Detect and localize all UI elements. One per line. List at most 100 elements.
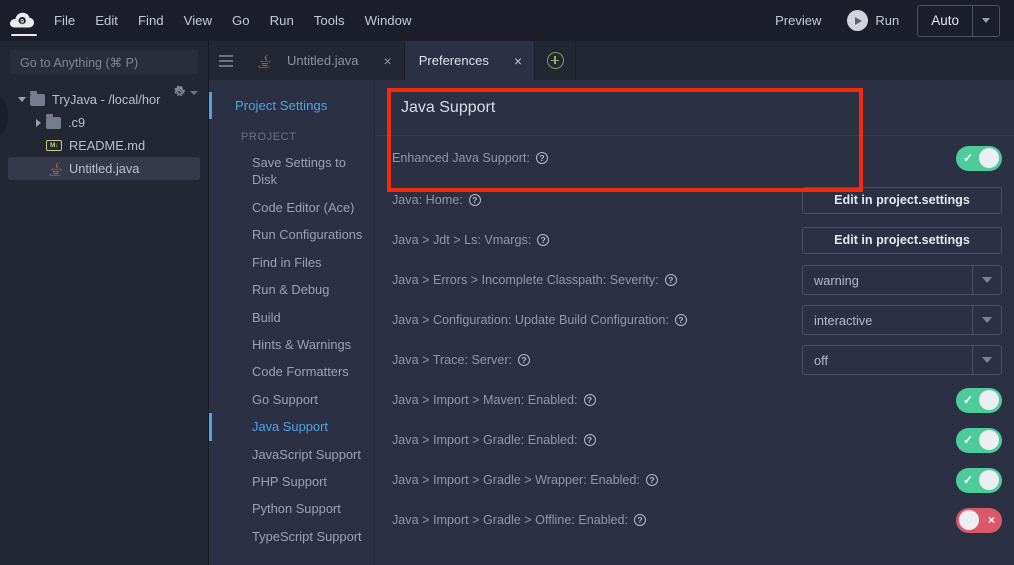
help-icon[interactable]: ? [665, 274, 677, 286]
nav-item-code-editor-ace[interactable]: Code Editor (Ace) [209, 194, 374, 221]
toggle-import-gradle-offline-enabled[interactable]: × [956, 508, 1002, 533]
select-incomplete-classpath-severity[interactable]: warning [802, 265, 1002, 295]
setting-control: off [802, 345, 1002, 375]
nav-project-settings[interactable]: Project Settings [209, 92, 374, 119]
check-icon: ✓ [963, 428, 973, 453]
toggle-import-gradle-enabled[interactable]: ✓ [956, 428, 1002, 453]
run-play-icon [847, 10, 868, 31]
chevron-down-icon[interactable] [972, 266, 1001, 294]
select-value: interactive [803, 306, 972, 334]
setting-label: Java > Import > Maven: Enabled: ? [392, 393, 596, 407]
setting-control: × [956, 508, 1002, 533]
toggle-import-gradle-wrapper-enabled[interactable]: ✓ [956, 468, 1002, 493]
setting-label-text: Java > Trace: Server: [392, 353, 512, 367]
nav-item-javascript-support[interactable]: JavaScript Support [209, 441, 374, 468]
tab-label: Preferences [419, 53, 489, 68]
setting-row-import-gradle-enabled: Java > Import > Gradle: Enabled: ? ✓ [375, 420, 1014, 460]
nav-item-typescript-support[interactable]: TypeScript Support [209, 523, 374, 550]
setting-label-text: Java: Home: [392, 193, 463, 207]
nav-item-run-configurations[interactable]: Run Configurations [209, 221, 374, 248]
menu-file[interactable]: File [44, 0, 85, 41]
nav-item-hints-and-warnings[interactable]: Hints & Warnings [209, 331, 374, 358]
setting-row-import-maven-enabled: Java > Import > Maven: Enabled: ? ✓ [375, 380, 1014, 420]
setting-label: Java > Import > Gradle: Enabled: ? [392, 433, 596, 447]
chevron-down-icon[interactable] [972, 306, 1001, 334]
chevron-right-icon[interactable] [30, 119, 46, 127]
menu-go[interactable]: Go [222, 0, 260, 41]
tab-bar-empty [576, 41, 1014, 80]
help-icon[interactable]: ? [646, 474, 658, 486]
toggle-enhanced-java-support[interactable]: ✓ [956, 146, 1002, 171]
new-tab-button[interactable] [535, 41, 576, 80]
help-icon[interactable]: ? [537, 234, 549, 246]
tree-node-c9[interactable]: .c9 [0, 111, 208, 134]
nav-item-build[interactable]: Build [209, 304, 374, 331]
chevron-down-icon[interactable] [14, 97, 30, 102]
file-tree: TryJava - /local/hor .c9 M↓ README.md [0, 88, 208, 180]
select-update-build-configuration[interactable]: interactive [802, 305, 1002, 335]
menu-tools[interactable]: Tools [304, 0, 355, 41]
setting-row-import-gradle-offline-enabled: Java > Import > Gradle > Offline: Enable… [375, 500, 1014, 540]
tab-untitled-java[interactable]: Untitled.java × [243, 41, 405, 80]
close-icon[interactable]: × [384, 54, 392, 68]
menu-edit[interactable]: Edit [85, 0, 128, 41]
toggle-import-maven-enabled[interactable]: ✓ [956, 388, 1002, 413]
help-icon[interactable]: ? [584, 394, 596, 406]
setting-label: Java > Errors > Incomplete Classpath: Se… [392, 273, 677, 287]
preferences-nav: Project Settings PROJECT Save Settings t… [209, 80, 375, 565]
help-icon[interactable]: ? [469, 194, 481, 206]
nav-item-go-support[interactable]: Go Support [209, 386, 374, 413]
nav-item-python-support[interactable]: Python Support [209, 495, 374, 522]
setting-label-text: Java > Import > Gradle > Offline: Enable… [392, 513, 628, 527]
tree-node-readme[interactable]: M↓ README.md [0, 134, 208, 157]
setting-label-text: Java > Configuration: Update Build Confi… [392, 313, 669, 327]
chevron-down-icon[interactable] [972, 6, 999, 36]
tree-node-untitled-java[interactable]: Untitled.java [8, 157, 200, 180]
tab-preferences[interactable]: Preferences × [405, 41, 535, 80]
menu-find[interactable]: Find [128, 0, 174, 41]
setting-control: ✓ [956, 468, 1002, 493]
setting-label-text: Java > Import > Gradle: Enabled: [392, 433, 578, 447]
chevron-down-icon[interactable] [972, 346, 1001, 374]
edit-in-project-settings-button[interactable]: Edit in project.settings [802, 187, 1002, 214]
hamburger-menu-icon[interactable] [209, 41, 243, 80]
tab-bar: Untitled.java × Preferences × [209, 41, 1014, 80]
nav-item-find-in-files[interactable]: Find in Files [209, 249, 374, 276]
nav-item-php-support[interactable]: PHP Support [209, 468, 374, 495]
setting-control: Edit in project.settings [802, 187, 1002, 214]
close-icon: × [988, 508, 995, 533]
help-icon[interactable]: ? [634, 514, 646, 526]
go-to-anything-placeholder: Go to Anything (⌘ P) [20, 55, 138, 70]
edit-in-project-settings-button[interactable]: Edit in project.settings [802, 227, 1002, 254]
setting-label-text: Java > Import > Gradle > Wrapper: Enable… [392, 473, 640, 487]
help-icon[interactable]: ? [536, 152, 548, 164]
menu-run[interactable]: Run [260, 0, 304, 41]
project-settings-menu[interactable] [172, 85, 198, 100]
select-trace-server[interactable]: off [802, 345, 1002, 375]
tree-node-label: TryJava - /local/hor [52, 92, 160, 107]
toggle-knob [979, 390, 999, 410]
nav-item-save-settings-to-disk[interactable]: Save Settings to Disk [209, 149, 374, 194]
nav-item-code-formatters[interactable]: Code Formatters [209, 358, 374, 385]
nav-item-run-and-debug[interactable]: Run & Debug [209, 276, 374, 303]
close-icon[interactable]: × [514, 54, 522, 68]
go-to-anything-input[interactable]: Go to Anything (⌘ P) [10, 50, 198, 74]
folder-icon [30, 94, 45, 106]
menu-window[interactable]: Window [355, 0, 422, 41]
run-label: Run [875, 13, 899, 28]
run-button[interactable]: Run [835, 10, 911, 31]
help-icon[interactable]: ? [518, 354, 530, 366]
help-icon[interactable]: ? [584, 434, 596, 446]
cloud9-logo-icon[interactable]: 9 [0, 0, 44, 41]
nav-item-java-support[interactable]: Java Support [209, 413, 374, 440]
preview-button[interactable]: Preview [761, 0, 835, 41]
help-icon[interactable]: ? [675, 314, 687, 326]
setting-control: interactive [802, 305, 1002, 335]
menu-view[interactable]: View [174, 0, 222, 41]
auto-selector[interactable]: Auto [917, 5, 1000, 37]
chevron-down-icon[interactable] [190, 91, 198, 95]
tree-node-label: README.md [69, 138, 145, 153]
setting-label: Java > Import > Gradle > Wrapper: Enable… [392, 473, 658, 487]
setting-row-import-gradle-wrapper-enabled: Java > Import > Gradle > Wrapper: Enable… [375, 460, 1014, 500]
setting-label-text: Java > Import > Maven: Enabled: [392, 393, 578, 407]
